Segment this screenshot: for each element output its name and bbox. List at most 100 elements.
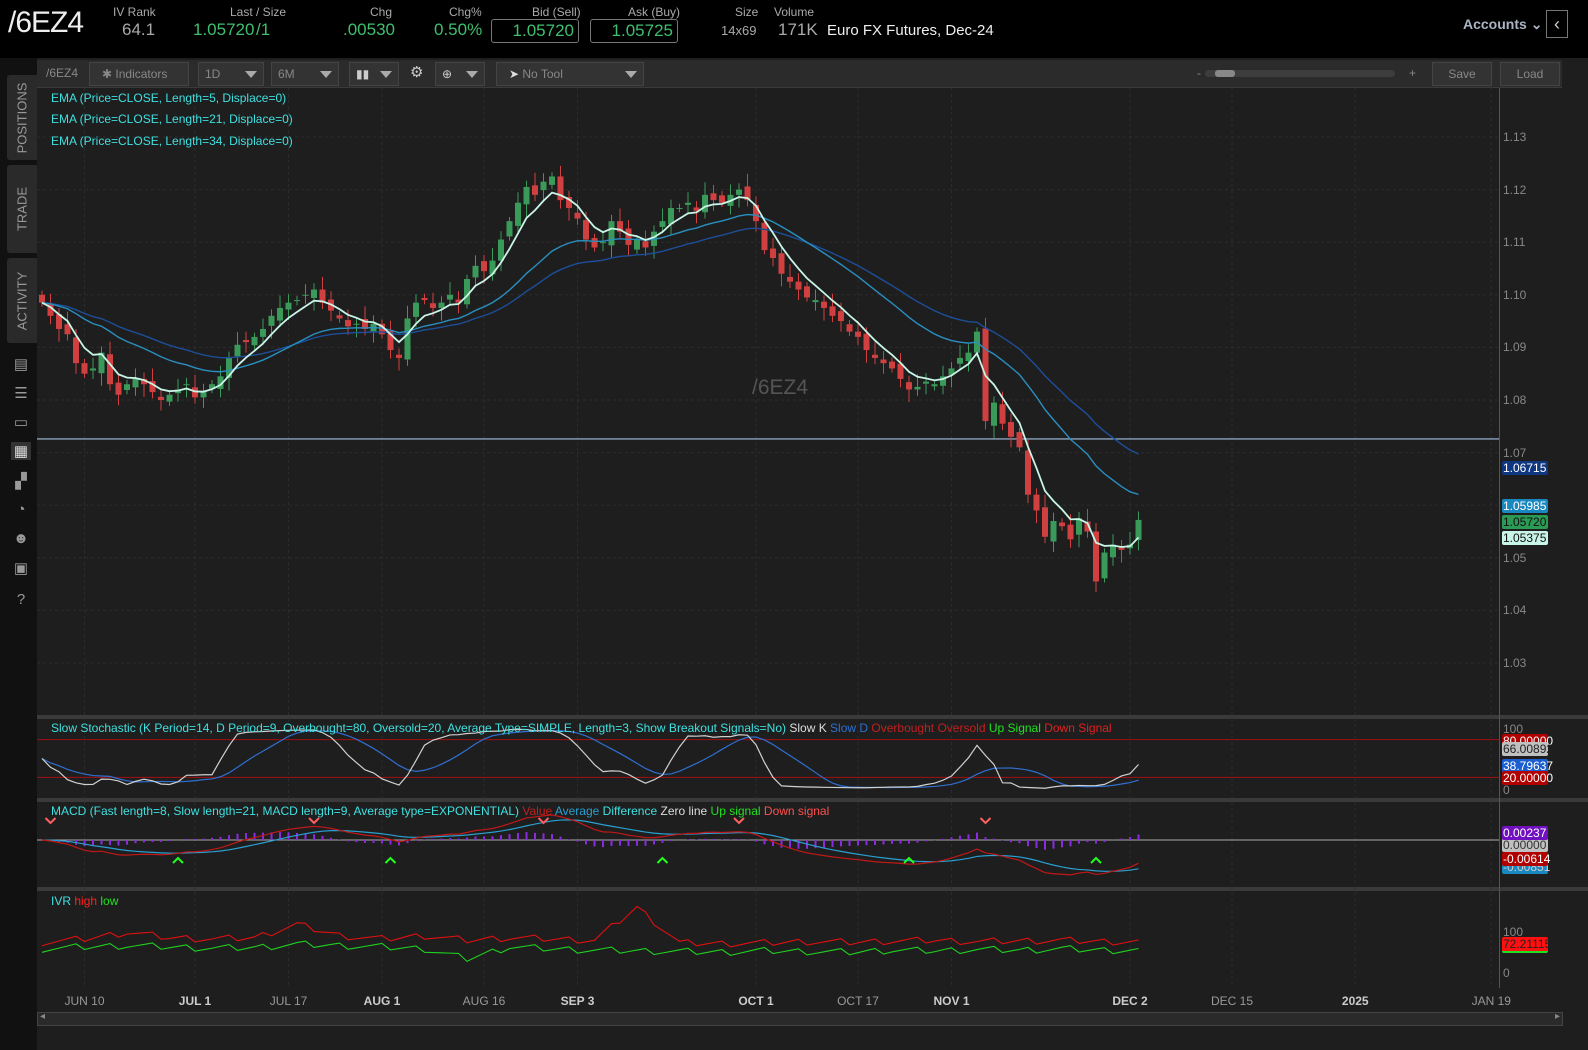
chart-style-select[interactable]: ▮▮ bbox=[349, 62, 399, 86]
people-icon[interactable]: ☻ bbox=[11, 530, 31, 548]
load-button[interactable]: Load bbox=[1500, 62, 1560, 86]
accounts-label: Accounts bbox=[1463, 16, 1527, 32]
scroll-right-icon[interactable]: ▸ bbox=[1555, 1011, 1560, 1022]
zoom-in-button[interactable]: + bbox=[1409, 66, 1416, 80]
legend-down-signal: Down signal bbox=[764, 804, 829, 818]
price-axis-label: 1.09 bbox=[1503, 340, 1526, 354]
chevron-down-icon bbox=[245, 71, 257, 78]
cursor-icon: ➤ bbox=[509, 67, 522, 81]
iv-rank-label: IV Rank bbox=[113, 5, 156, 19]
zoom-out-button[interactable]: - bbox=[1197, 66, 1201, 80]
instrument-description: Euro FX Futures, Dec-24 bbox=[827, 22, 994, 39]
tab-positions[interactable]: POSITIONS bbox=[7, 75, 37, 160]
pane-divider[interactable] bbox=[37, 887, 1588, 891]
range-select[interactable]: 6M bbox=[271, 62, 339, 86]
chg-label: Chg bbox=[370, 5, 392, 19]
stochastic-header[interactable]: Slow Stochastic (K Period=14, D Period=9… bbox=[51, 721, 1112, 735]
legend-low: low bbox=[100, 894, 118, 908]
price-axis-label: 1.13 bbox=[1503, 130, 1526, 144]
legend-up-signal: Up signal bbox=[711, 804, 761, 818]
pane-divider[interactable] bbox=[37, 715, 1588, 719]
symbol-field[interactable]: /6EZ4 bbox=[8, 6, 83, 40]
help-icon[interactable]: ? bbox=[11, 591, 31, 609]
date-axis-label: AUG 1 bbox=[364, 994, 401, 1008]
horizontal-scrollbar[interactable]: ◂ ▸ bbox=[37, 1012, 1563, 1026]
symbol-watermark: /6EZ4 bbox=[752, 376, 808, 400]
legend-difference: Difference bbox=[603, 804, 657, 818]
tab-label: TRADE bbox=[15, 187, 30, 231]
accounts-menu[interactable]: Accounts ⌄ bbox=[1463, 16, 1542, 33]
chart-toolbar: /6EZ4 ✱ Indicators 1D 6M ▮▮ ⚙ ⊕ ➤ No Too… bbox=[37, 60, 1562, 88]
chevron-down-icon bbox=[466, 71, 478, 78]
volume-value: 171K bbox=[778, 20, 818, 40]
date-axis-label: JUL 1 bbox=[179, 994, 211, 1008]
chart-area[interactable] bbox=[37, 58, 1588, 1050]
ivr-header[interactable]: IVR high low bbox=[51, 894, 118, 908]
date-axis-label: OCT 17 bbox=[837, 994, 879, 1008]
indicators-button[interactable]: ✱ Indicators bbox=[89, 62, 189, 86]
legend-value: Value bbox=[522, 804, 552, 818]
ema5-price-tag: 1.05375 bbox=[1502, 531, 1548, 545]
stoch-axis-0: 0 bbox=[1503, 783, 1510, 797]
last-size: /1 bbox=[256, 20, 270, 40]
chg-value: .00530 bbox=[343, 20, 395, 40]
range-value: 6M bbox=[278, 67, 295, 81]
legend-up-signal: Up Signal bbox=[989, 721, 1041, 735]
zoom-slider[interactable] bbox=[1205, 70, 1395, 77]
interval-value: 1D bbox=[205, 67, 220, 81]
iv-rank-value: 64.1 bbox=[122, 20, 155, 40]
price-axis-label: 1.12 bbox=[1503, 183, 1526, 197]
price-axis-label: 1.08 bbox=[1503, 393, 1526, 407]
collapse-panel-button[interactable]: ‹ bbox=[1546, 10, 1568, 38]
last-label: Last / Size bbox=[230, 5, 286, 19]
interval-select[interactable]: 1D bbox=[198, 62, 264, 86]
tab-activity[interactable]: ACTIVITY bbox=[7, 258, 37, 343]
save-button[interactable]: Save bbox=[1432, 62, 1492, 86]
macd-header[interactable]: MACD (Fast length=8, Slow length=21, MAC… bbox=[51, 804, 829, 818]
price-axis-label: 1.07 bbox=[1503, 446, 1526, 460]
volume-label: Volume bbox=[774, 5, 814, 19]
chgpct-value: 0.50% bbox=[434, 20, 482, 40]
ivr-title: IVR bbox=[51, 894, 71, 908]
chart-icon[interactable]: ▦ bbox=[11, 442, 31, 460]
date-axis-label: 2025 bbox=[1342, 994, 1369, 1008]
settings-gear-icon[interactable]: ⚙ bbox=[404, 62, 429, 86]
price-axis-label: 1.11 bbox=[1503, 235, 1525, 249]
legend-slow-k: Slow K bbox=[789, 721, 826, 735]
tv-icon[interactable]: ▭ bbox=[11, 413, 31, 431]
date-axis-label: JUL 17 bbox=[270, 994, 308, 1008]
tab-trade[interactable]: TRADE bbox=[7, 165, 37, 253]
gauge-icon[interactable]: ◔ bbox=[11, 501, 31, 519]
legend-overbought: Overbought bbox=[871, 721, 934, 735]
date-axis-label: JAN 19 bbox=[1472, 994, 1511, 1008]
drawing-tool-select[interactable]: ➤ No Tool bbox=[496, 62, 644, 86]
scroll-left-icon[interactable]: ◂ bbox=[40, 1011, 45, 1022]
date-axis-label: DEC 15 bbox=[1211, 994, 1253, 1008]
ema34-study-label[interactable]: EMA (Price=CLOSE, Length=34, Displace=0) bbox=[51, 134, 293, 148]
pane-divider[interactable] bbox=[37, 798, 1588, 802]
candlestick-icon: ▮▮ bbox=[356, 67, 369, 81]
bid-button[interactable]: 1.05720 bbox=[491, 19, 579, 43]
bid-label: Bid (Sell) bbox=[532, 5, 581, 19]
monitor-icon[interactable]: ▤ bbox=[11, 355, 31, 373]
ask-button[interactable]: 1.05725 bbox=[590, 19, 678, 43]
value-tag: -0.00614 bbox=[1502, 852, 1548, 866]
ivr-axis-0: 0 bbox=[1503, 966, 1510, 980]
size-label: Size bbox=[735, 5, 758, 19]
ema5-study-label[interactable]: EMA (Price=CLOSE, Length=5, Displace=0) bbox=[51, 91, 286, 105]
calendar-icon[interactable]: ▣ bbox=[11, 559, 31, 577]
indicators-label: Indicators bbox=[115, 67, 167, 81]
price-axis-label: 1.04 bbox=[1503, 603, 1526, 617]
zoom-slider-thumb[interactable] bbox=[1215, 70, 1235, 77]
zero-line-tag: 0.00000 bbox=[1502, 838, 1548, 852]
toolbar-symbol: /6EZ4 bbox=[40, 62, 84, 86]
grid-icon[interactable]: ▞ bbox=[11, 472, 31, 490]
slow-k-tag: 66.00892 bbox=[1502, 742, 1548, 756]
ema21-study-label[interactable]: EMA (Price=CLOSE, Length=21, Displace=0) bbox=[51, 112, 293, 126]
list-icon[interactable]: ☰ bbox=[11, 384, 31, 402]
legend-slow-d: Slow D bbox=[830, 721, 868, 735]
ivr-tag: 72.21115 bbox=[1502, 937, 1548, 953]
drawing-set-select[interactable]: ⊕ bbox=[435, 62, 485, 86]
price-axis-label: 1.05 bbox=[1503, 551, 1526, 565]
ask-label: Ask (Buy) bbox=[628, 5, 680, 19]
